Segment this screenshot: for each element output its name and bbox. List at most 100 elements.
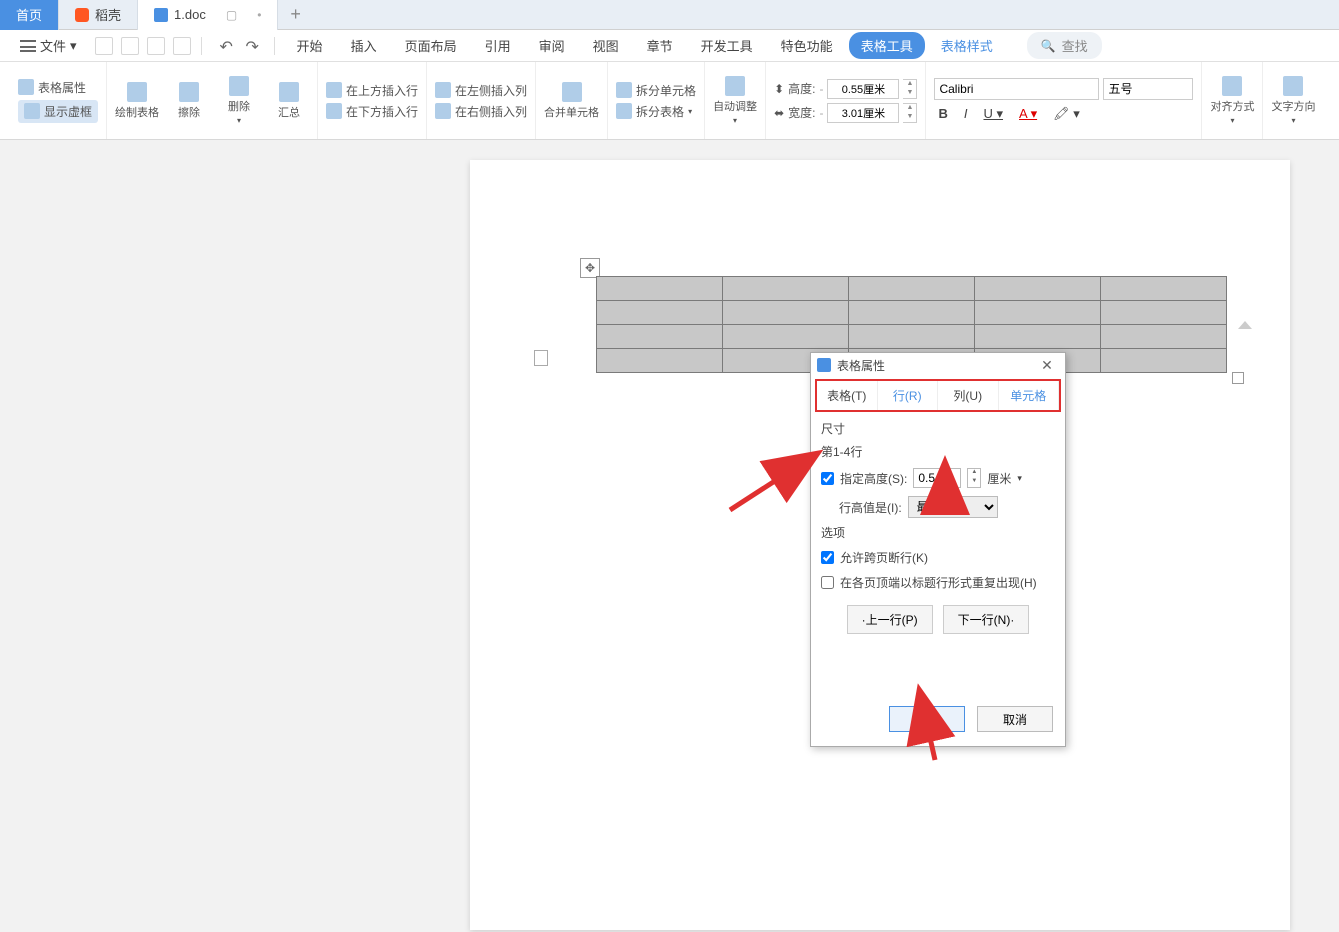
ruler-marker[interactable] — [1238, 317, 1252, 329]
btn-text-direction[interactable]: 文字方向▾ — [1271, 76, 1315, 125]
menu-references[interactable]: 引用 — [473, 32, 523, 59]
chevron-down-icon: ▾ — [1230, 116, 1234, 125]
btn-insert-right[interactable]: 在右侧插入列 — [435, 103, 527, 120]
btn-split-table[interactable]: 拆分表格▾ — [616, 103, 696, 120]
menu-table-style[interactable]: 表格样式 — [929, 32, 1005, 59]
btn-summary[interactable]: 汇总 — [269, 82, 309, 120]
specify-height-checkbox[interactable] — [821, 472, 834, 485]
menu-insert[interactable]: 插入 — [339, 32, 389, 59]
minus[interactable]: - — [819, 106, 823, 120]
unit-dropdown-icon[interactable]: ▾ — [1017, 473, 1022, 484]
table-resize-handle[interactable] — [1232, 372, 1244, 384]
qa-reload-icon[interactable] — [121, 37, 139, 55]
highlight-button[interactable]: 🖍 ▾ — [1049, 104, 1084, 124]
btn-merge-cells[interactable]: 合并单元格 — [544, 82, 599, 120]
repeat-header-checkbox[interactable] — [821, 576, 834, 589]
height-spinner[interactable]: ▲▼ — [903, 79, 917, 99]
menu-special[interactable]: 特色功能 — [769, 32, 845, 59]
align-icon — [1222, 76, 1242, 96]
presentation-icon[interactable]: ▢ — [226, 8, 237, 22]
table-row[interactable] — [597, 325, 1227, 349]
rg-insert: 在上方插入行 在下方插入行 — [318, 62, 427, 139]
file-menu[interactable]: 文件 ▾ — [12, 32, 85, 59]
menu-table-tools[interactable]: 表格工具 — [849, 32, 925, 59]
table-properties-dialog: 表格属性 ✕ 表格(T) 行(R) 列(U) 单元格 尺寸 第1-4行 指定高度… — [810, 352, 1066, 747]
rg-properties: 表格属性 显示虚框 — [10, 62, 107, 139]
bold-button[interactable]: B — [934, 104, 951, 123]
quick-access — [95, 37, 191, 55]
tab-doc-label: 1.doc — [174, 7, 206, 22]
table-move-handle[interactable]: ✥ — [580, 258, 600, 278]
btn-insert-left[interactable]: 在左侧插入列 — [435, 82, 527, 99]
btn-draw-table[interactable]: 绘制表格 — [115, 82, 159, 120]
btn-delete[interactable]: 删除▾ — [219, 76, 259, 125]
btn-insert-below[interactable]: 在下方插入行 — [326, 103, 418, 120]
row-height-mode-select[interactable]: 最小值 — [908, 496, 998, 518]
allow-break-checkbox[interactable] — [821, 551, 834, 564]
size-section-label: 尺寸 — [821, 420, 1055, 437]
split-cell-icon — [616, 82, 632, 98]
menu-start[interactable]: 开始 — [285, 32, 335, 59]
btn-alignment[interactable]: 对齐方式▾ — [1210, 76, 1254, 125]
repeat-header-label: 在各页顶端以标题行形式重复出现(H) — [840, 574, 1037, 591]
height-input[interactable] — [827, 79, 899, 99]
lbl: 在上方插入行 — [346, 82, 418, 99]
height-value-input[interactable] — [913, 468, 961, 488]
lbl: 拆分单元格 — [636, 82, 696, 99]
width-input[interactable] — [827, 103, 899, 123]
menu-chapter[interactable]: 章节 — [635, 32, 685, 59]
btn-split-cells[interactable]: 拆分单元格 — [616, 82, 696, 99]
table-row[interactable] — [597, 301, 1227, 325]
qa-print-icon[interactable] — [147, 37, 165, 55]
allow-break-label: 允许跨页断行(K) — [840, 549, 928, 566]
options-section-label: 选项 — [821, 524, 1055, 541]
qa-preview-icon[interactable] — [173, 37, 191, 55]
underline-button[interactable]: U ▾ — [979, 104, 1007, 124]
btn-eraser[interactable]: 擦除 — [169, 82, 209, 120]
separator — [274, 37, 275, 55]
prev-row-button[interactable]: ·上一行(P) — [847, 605, 933, 634]
font-size-select[interactable] — [1103, 78, 1193, 100]
font-color-button[interactable]: A ▾ — [1015, 104, 1041, 124]
menu-view[interactable]: 视图 — [581, 32, 631, 59]
qa-save-icon[interactable] — [95, 37, 113, 55]
height-label: 高度: — [788, 80, 815, 97]
undo-icon[interactable]: ↶ — [220, 37, 238, 55]
menu-review[interactable]: 审阅 — [527, 32, 577, 59]
row-below-icon — [326, 103, 342, 119]
dialog-footer: 确定 取消 — [811, 692, 1065, 746]
word-icon — [154, 8, 168, 22]
width-spinner[interactable]: ▲▼ — [903, 103, 917, 123]
btn-show-gridlines[interactable]: 显示虚框 — [18, 100, 98, 123]
btn-insert-above[interactable]: 在上方插入行 — [326, 82, 418, 99]
font-name-select[interactable] — [934, 78, 1099, 100]
menu-devtools[interactable]: 开发工具 — [689, 32, 765, 59]
tab-daoke[interactable]: 稻壳 — [59, 0, 138, 30]
ok-button[interactable]: 确定 — [889, 706, 965, 732]
dialog-tabs: 表格(T) 行(R) 列(U) 单元格 — [815, 379, 1061, 412]
ribbon: 表格属性 显示虚框 绘制表格 擦除 删除▾ 汇总 在上方插入行 在下方插入行 在… — [0, 62, 1339, 140]
rg-insert-col: 在左侧插入列 在右侧插入列 — [427, 62, 536, 139]
height-spinner[interactable]: ▲▼ — [967, 468, 981, 488]
btn-table-properties[interactable]: 表格属性 — [18, 79, 98, 96]
italic-button[interactable]: I — [960, 104, 972, 123]
dlg-tab-table[interactable]: 表格(T) — [817, 381, 878, 410]
tab-home[interactable]: 首页 — [0, 0, 59, 30]
btn-autofit[interactable]: 自动调整▾ — [713, 76, 757, 125]
fire-icon — [75, 8, 89, 22]
dlg-tab-cell[interactable]: 单元格 — [999, 381, 1060, 410]
cancel-button[interactable]: 取消 — [977, 706, 1053, 732]
dlg-tab-row[interactable]: 行(R) — [878, 381, 939, 410]
ribbon-tabs: 开始 插入 页面布局 引用 审阅 视图 章节 开发工具 特色功能 表格工具 表格… — [285, 32, 1005, 59]
minus[interactable]: - — [819, 82, 823, 96]
search-box[interactable]: 查找 — [1027, 32, 1102, 59]
menu-page-layout[interactable]: 页面布局 — [393, 32, 469, 59]
table-row[interactable] — [597, 277, 1227, 301]
next-row-button[interactable]: 下一行(N)· — [943, 605, 1030, 634]
dlg-tab-column[interactable]: 列(U) — [938, 381, 999, 410]
new-tab-button[interactable]: + — [278, 4, 313, 25]
dialog-titlebar[interactable]: 表格属性 ✕ — [811, 353, 1065, 377]
tab-document[interactable]: 1.doc ▢ • — [138, 0, 278, 30]
close-button[interactable]: ✕ — [1035, 357, 1059, 374]
redo-icon[interactable]: ↷ — [246, 37, 264, 55]
